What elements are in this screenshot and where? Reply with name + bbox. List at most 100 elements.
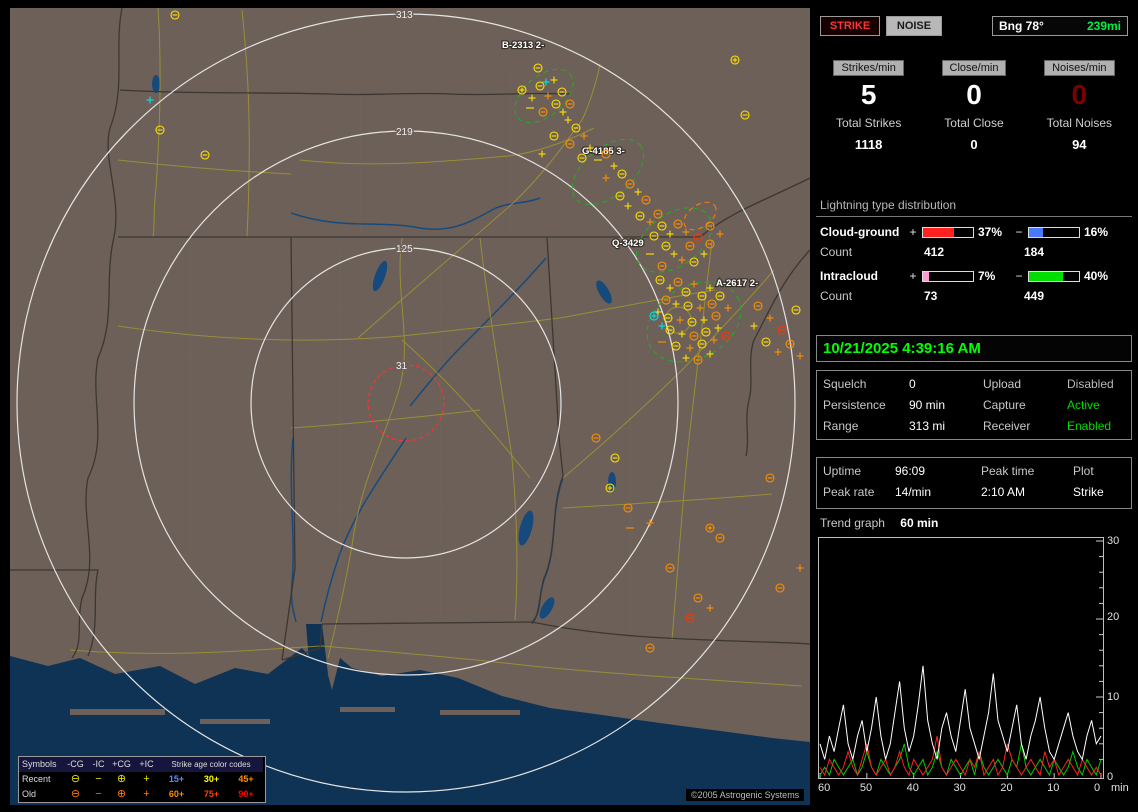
neg-cg-old-icon: ⊖ <box>70 788 81 800</box>
ic-negative-count: 449 <box>1024 289 1045 303</box>
peak-rate-value: 14/min <box>895 485 932 499</box>
svg-text:125: 125 <box>396 244 413 255</box>
bearing-distance: 239mi <box>1086 19 1121 33</box>
svg-text:219: 219 <box>396 127 413 138</box>
total-close-label: Total Close <box>944 116 1004 130</box>
pos-cg-recent-icon: ⊕ <box>116 773 127 785</box>
minus-sign: − <box>1015 225 1023 239</box>
age-30: 30+ <box>203 774 220 784</box>
capture-value: Active <box>1067 398 1100 412</box>
range-label: Range <box>823 419 859 433</box>
pos-cg-old-icon: ⊕ <box>116 788 127 800</box>
pos-ic-recent-icon: + <box>143 773 150 785</box>
cg-negative-count: 184 <box>1024 245 1045 259</box>
strike-mode-button[interactable]: STRIKE <box>820 16 880 36</box>
receiver-value: Enabled <box>1067 419 1112 433</box>
status-box: Squelch 0 Upload Disabled Persistence 90… <box>816 370 1132 440</box>
receiver-label: Receiver <box>983 419 1031 433</box>
stats-box: Uptime 96:09 Peak time Plot Peak rate 14… <box>816 457 1132 509</box>
lightning-detector-app: 313 219 125 31 B-2313 2- G-4185 3- Q-3429 A-261… <box>0 0 1138 812</box>
age-45: 45+ <box>238 774 254 784</box>
noises-column: Noises/min 0 Total Noises 94 <box>1027 60 1132 152</box>
squelch-label: Squelch <box>823 377 867 391</box>
cg-positive-bar <box>922 226 974 238</box>
neg-cg-recent-icon: ⊖ <box>70 773 81 785</box>
legend-old-label: Old <box>22 789 37 799</box>
close-per-min-chip: Close/min <box>941 60 1007 76</box>
trend-window-value: 60 min <box>900 516 939 530</box>
lightning-type-distribution: Lightning type distribution Cloud-ground… <box>816 196 1132 305</box>
trend-graph-header: Trend graph 60 min <box>820 516 938 530</box>
y-tick-label: 20 <box>1107 611 1120 623</box>
intracloud-row: Intracloud + 7% − 40% <box>816 261 1132 285</box>
status-row-range: Range 313 mi Receiver Enabled <box>823 416 1125 437</box>
status-row-squelch: Squelch 0 Upload Disabled <box>823 374 1125 395</box>
rate-counters: Strikes/min 5 Total Strikes 1118 Close/m… <box>816 60 1132 152</box>
plus-sign: + <box>909 225 917 239</box>
cg-negative-bar <box>1028 226 1080 238</box>
strikes-per-min-chip: Strikes/min <box>833 60 904 76</box>
neg-ic-old-icon: − <box>95 788 102 800</box>
upload-value: Disabled <box>1067 377 1114 391</box>
strikes-column: Strikes/min 5 Total Strikes 1118 <box>816 60 921 152</box>
stats-row-1: Uptime 96:09 Peak time Plot <box>823 461 1125 482</box>
y-tick-label: 30 <box>1107 535 1120 547</box>
peak-time-label: Peak time <box>981 464 1035 478</box>
trend-graph-plot <box>818 537 1104 779</box>
age-75: 75+ <box>203 789 220 799</box>
plot-label: Plot <box>1073 464 1094 478</box>
neg-ic-recent-icon: − <box>95 773 102 785</box>
ic-positive-count: 73 <box>924 289 938 303</box>
cloud-ground-row: Cloud-ground + 37% − 16% <box>816 217 1132 241</box>
map-legend: Symbols -CG -IC +CG +IC Strike age color… <box>18 756 266 803</box>
squelch-value: 0 <box>909 377 916 391</box>
upload-label: Upload <box>983 377 1022 391</box>
ic-negative-pct: 40% <box>1084 269 1109 283</box>
distribution-title: Lightning type distribution <box>816 196 1132 217</box>
uptime-value: 96:09 <box>895 464 926 478</box>
noise-mode-button[interactable]: NOISE <box>886 16 942 36</box>
legend-age-header: Strike age color codes <box>159 757 263 772</box>
uptime-label: Uptime <box>823 464 862 478</box>
persistence-value: 90 min <box>909 398 946 412</box>
total-strikes-label: Total Strikes <box>835 116 902 130</box>
strikes-per-min-value: 5 <box>860 79 877 110</box>
total-strikes-value: 1118 <box>854 137 883 152</box>
svg-text:B-2313 2-: B-2313 2- <box>502 40 544 51</box>
svg-text:313: 313 <box>396 10 413 21</box>
peak-time-value: 2:10 AM <box>981 485 1026 499</box>
svg-text:Q-3429: Q-3429 <box>612 238 644 249</box>
range-value: 313 mi <box>909 419 946 433</box>
pos-ic-old-icon: + <box>143 788 150 800</box>
svg-text:31: 31 <box>396 361 408 372</box>
count-label: Count <box>820 245 853 259</box>
x-tick-label: 40 <box>906 782 919 794</box>
noises-per-min-chip: Noises/min <box>1044 60 1115 76</box>
status-row-persistence: Persistence 90 min Capture Active <box>823 395 1125 416</box>
x-tick-label: 30 <box>953 782 966 794</box>
x-tick-label: 60 <box>818 782 831 794</box>
plus-sign: + <box>909 269 917 283</box>
capture-label: Capture <box>983 398 1026 412</box>
trend-graph-x-axis: 60 50 40 30 20 10 0 min <box>818 782 1130 796</box>
strike-map[interactable]: 313 219 125 31 B-2313 2- G-4185 3- Q-3429 A-261… <box>10 8 810 805</box>
map-svg: 31321912531B-2313 2-G-4185 3-Q-3429A-261… <box>10 8 810 805</box>
legend-symbols-header: Symbols <box>19 757 63 772</box>
bearing-value: Bng 78° <box>999 19 1044 33</box>
x-tick-label: 50 <box>859 782 873 794</box>
legend-col-neg-cg: -CG <box>63 757 88 772</box>
cg-positive-pct: 37% <box>978 225 1003 239</box>
svg-text:A-2617 2-: A-2617 2- <box>716 278 758 289</box>
count-label: Count <box>820 289 853 303</box>
total-noises-label: Total Noises <box>1046 116 1112 130</box>
legend-col-pos-cg: +CG <box>109 757 134 772</box>
age-60: 60+ <box>168 789 185 799</box>
close-column: Close/min 0 Total Close 0 <box>921 60 1026 152</box>
ic-negative-bar <box>1028 270 1080 282</box>
total-noises-value: 94 <box>1072 137 1087 152</box>
stats-row-2: Peak rate 14/min 2:10 AM Strike <box>823 482 1125 503</box>
bearing-readout: Bng 78° 239mi <box>992 16 1128 36</box>
trend-graph-label: Trend graph <box>820 516 885 530</box>
cloud-ground-label: Cloud-ground <box>820 225 900 239</box>
minus-sign: − <box>1015 269 1023 283</box>
